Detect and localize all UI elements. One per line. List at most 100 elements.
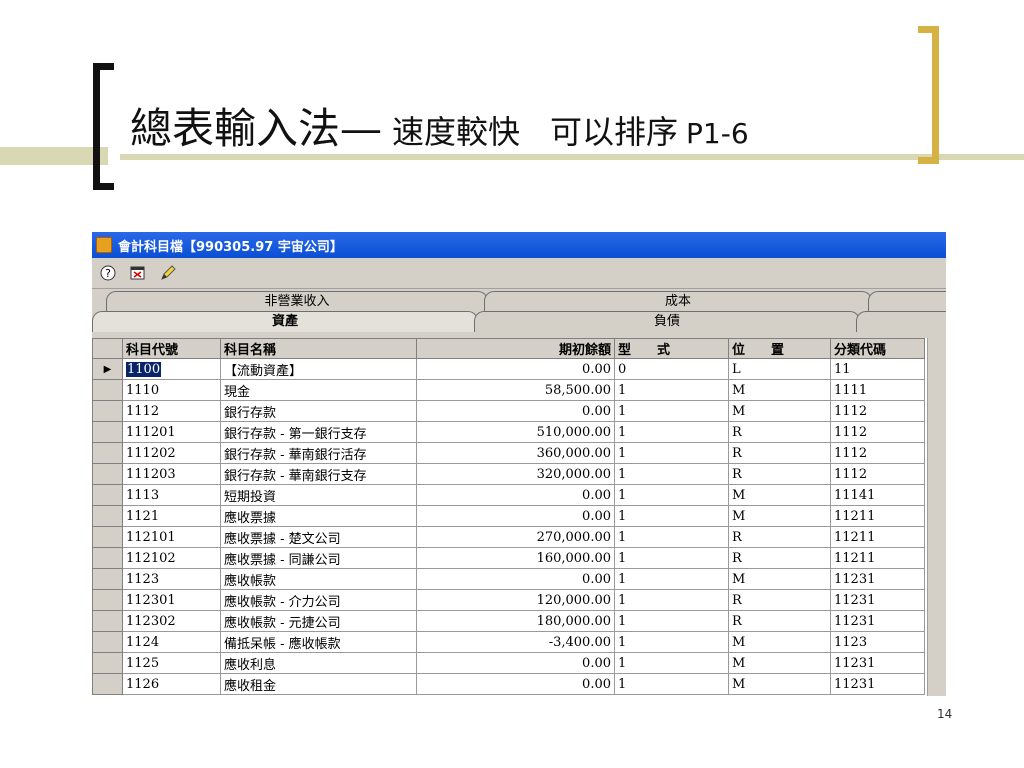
cell-category-code[interactable]: 11211	[830, 526, 925, 548]
cell-account-name[interactable]: 應收利息	[220, 652, 417, 674]
cell-account-name[interactable]: 銀行存款	[220, 400, 417, 422]
cell-account-code[interactable]: 1126	[122, 673, 221, 695]
cell-account-name[interactable]: 應收票據 - 同謙公司	[220, 547, 417, 569]
row-indicator[interactable]	[92, 442, 123, 464]
cell-account-name[interactable]: 銀行存款 - 華南銀行支存	[220, 463, 417, 485]
cell-category-code[interactable]: 11	[830, 358, 925, 380]
row-indicator[interactable]	[92, 421, 123, 443]
table-row[interactable]: 1123 應收帳款 0.00 1 M 11231	[92, 568, 925, 590]
cell-type[interactable]: 1	[614, 463, 729, 485]
cell-category-code[interactable]: 1112	[830, 442, 925, 464]
cell-position[interactable]: R	[728, 526, 831, 548]
cell-category-code[interactable]: 1111	[830, 379, 925, 401]
table-row[interactable]: 1113 短期投資 0.00 1 M 11141	[92, 484, 925, 506]
table-row[interactable]: 111203 銀行存款 - 華南銀行支存 320,000.00 1 R 1112	[92, 463, 925, 485]
cell-position[interactable]: M	[728, 400, 831, 422]
cell-account-code[interactable]: 1123	[122, 568, 221, 590]
col-header-category-code[interactable]: 分類代碼	[830, 338, 925, 359]
cell-type[interactable]: 1	[614, 526, 729, 548]
cell-category-code[interactable]: 1112	[830, 421, 925, 443]
cell-opening-balance[interactable]: 120,000.00	[416, 589, 615, 611]
table-row[interactable]: 111202 銀行存款 - 華南銀行活存 360,000.00 1 R 1112	[92, 442, 925, 464]
cell-position[interactable]: M	[728, 379, 831, 401]
cell-opening-balance[interactable]: 0.00	[416, 484, 615, 506]
table-row[interactable]: 1112 銀行存款 0.00 1 M 1112	[92, 400, 925, 422]
cell-position[interactable]: M	[728, 568, 831, 590]
tab-cost[interactable]: 成本	[484, 291, 872, 312]
col-header-opening-balance[interactable]: 期初餘額	[416, 338, 615, 359]
help-button[interactable]: ?	[96, 261, 120, 285]
cell-opening-balance[interactable]: 0.00	[416, 673, 615, 695]
col-header-type[interactable]: 型 式	[614, 338, 729, 359]
row-indicator[interactable]: ▶	[92, 358, 123, 380]
cell-position[interactable]: R	[728, 547, 831, 569]
edit-button[interactable]	[156, 261, 180, 285]
cell-account-name[interactable]: 現金	[220, 379, 417, 401]
cell-account-name[interactable]: 備抵呆帳 - 應收帳款	[220, 631, 417, 653]
cell-position[interactable]: M	[728, 652, 831, 674]
row-indicator[interactable]	[92, 568, 123, 590]
cell-account-name[interactable]: 應收票據 - 楚文公司	[220, 526, 417, 548]
cell-category-code[interactable]: 1112	[830, 463, 925, 485]
row-indicator[interactable]	[92, 610, 123, 632]
table-row[interactable]: 112301 應收帳款 - 介力公司 120,000.00 1 R 11231	[92, 589, 925, 611]
window-titlebar[interactable]: 會計科目檔【990305.97 宇宙公司】	[92, 232, 946, 258]
table-row[interactable]: 1110 現金 58,500.00 1 M 1111	[92, 379, 925, 401]
tab-partial-2[interactable]	[856, 311, 946, 332]
cell-opening-balance[interactable]: 0.00	[416, 568, 615, 590]
table-row[interactable]: 1121 應收票據 0.00 1 M 11211	[92, 505, 925, 527]
row-indicator[interactable]	[92, 505, 123, 527]
row-indicator[interactable]	[92, 379, 123, 401]
row-indicator[interactable]	[92, 463, 123, 485]
cell-account-name[interactable]: 應收票據	[220, 505, 417, 527]
cell-type[interactable]: 1	[614, 484, 729, 506]
cell-account-code[interactable]: 112302	[122, 610, 221, 632]
cell-account-code[interactable]: 1124	[122, 631, 221, 653]
table-row[interactable]: 112302 應收帳款 - 元捷公司 180,000.00 1 R 11231	[92, 610, 925, 632]
cell-type[interactable]: 1	[614, 568, 729, 590]
cell-opening-balance[interactable]: 510,000.00	[416, 421, 615, 443]
tab-liabilities[interactable]: 負債	[474, 311, 860, 332]
row-indicator[interactable]	[92, 547, 123, 569]
tab-non-operating-income[interactable]: 非營業收入	[106, 291, 488, 312]
cell-account-code[interactable]: 1121	[122, 505, 221, 527]
tab-partial[interactable]	[868, 291, 946, 312]
cell-opening-balance[interactable]: -3,400.00	[416, 631, 615, 653]
cell-type[interactable]: 1	[614, 652, 729, 674]
row-indicator[interactable]	[92, 484, 123, 506]
cell-type[interactable]: 1	[614, 505, 729, 527]
table-row[interactable]: 1125 應收利息 0.00 1 M 11231	[92, 652, 925, 674]
cell-account-name[interactable]: 應收租金	[220, 673, 417, 695]
cell-opening-balance[interactable]: 0.00	[416, 505, 615, 527]
cell-type[interactable]: 1	[614, 673, 729, 695]
cell-category-code[interactable]: 11231	[830, 610, 925, 632]
row-indicator[interactable]	[92, 673, 123, 695]
cell-account-name[interactable]: 應收帳款	[220, 568, 417, 590]
row-indicator[interactable]	[92, 526, 123, 548]
cell-account-code[interactable]: 1113	[122, 484, 221, 506]
cell-position[interactable]: R	[728, 589, 831, 611]
cell-category-code[interactable]: 1112	[830, 400, 925, 422]
cell-account-code[interactable]: 111201	[122, 421, 221, 443]
cell-position[interactable]: R	[728, 610, 831, 632]
cell-account-code[interactable]: 112301	[122, 589, 221, 611]
row-indicator[interactable]	[92, 400, 123, 422]
cell-opening-balance[interactable]: 160,000.00	[416, 547, 615, 569]
cell-category-code[interactable]: 11211	[830, 505, 925, 527]
col-header-account-name[interactable]: 科目名稱	[220, 338, 417, 359]
cell-position[interactable]: R	[728, 442, 831, 464]
cell-account-code[interactable]: 1100	[122, 358, 221, 380]
close-window-button[interactable]	[126, 261, 150, 285]
cell-account-code[interactable]: 1112	[122, 400, 221, 422]
cell-position[interactable]: M	[728, 505, 831, 527]
tab-assets[interactable]: 資產	[92, 311, 478, 332]
cell-opening-balance[interactable]: 0.00	[416, 358, 615, 380]
cell-account-code[interactable]: 1110	[122, 379, 221, 401]
cell-account-name[interactable]: 【流動資產】	[220, 358, 417, 380]
cell-category-code[interactable]: 11231	[830, 589, 925, 611]
cell-type[interactable]: 1	[614, 442, 729, 464]
cell-account-name[interactable]: 應收帳款 - 介力公司	[220, 589, 417, 611]
cell-type[interactable]: 1	[614, 421, 729, 443]
cell-category-code[interactable]: 11141	[830, 484, 925, 506]
cell-position[interactable]: M	[728, 484, 831, 506]
